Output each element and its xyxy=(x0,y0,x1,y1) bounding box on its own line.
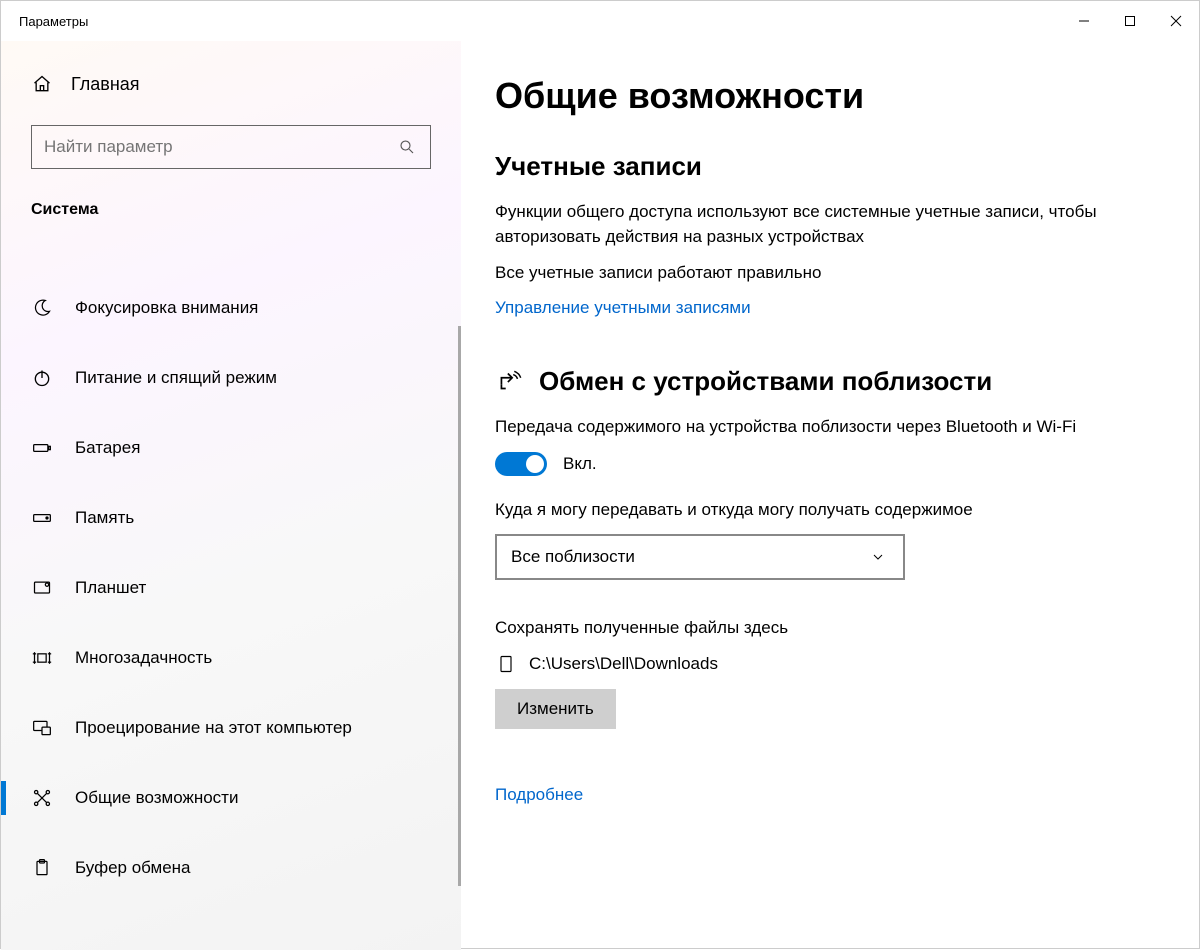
chevron-down-icon xyxy=(867,546,889,568)
sidebar-item-label: Батарея xyxy=(75,438,140,458)
page-title: Общие возможности xyxy=(495,75,1159,117)
minimize-button[interactable] xyxy=(1061,1,1107,41)
nearby-sharing-heading: Обмен с устройствами поблизости xyxy=(539,366,992,397)
search-input-wrap[interactable] xyxy=(31,125,431,169)
sidebar-item-storage[interactable]: Память xyxy=(1,483,461,553)
nearby-sharing-toggle[interactable] xyxy=(495,452,547,476)
change-location-button[interactable]: Изменить xyxy=(495,689,616,729)
home-label: Главная xyxy=(71,74,140,95)
save-location-path: C:\Users\Dell\Downloads xyxy=(529,654,718,674)
close-button[interactable] xyxy=(1153,1,1199,41)
share-scope-dropdown[interactable]: Все поблизости xyxy=(495,534,905,580)
share-node-icon xyxy=(31,787,53,809)
sidebar-item-label: Память xyxy=(75,508,134,528)
manage-accounts-link[interactable]: Управление учетными записями xyxy=(495,298,751,317)
sidebar-item-label: Многозадачность xyxy=(75,648,212,668)
sidebar-item-multitasking[interactable]: Многозадачность xyxy=(1,623,461,693)
save-location-row: C:\Users\Dell\Downloads xyxy=(495,653,1159,675)
home-icon xyxy=(31,73,53,95)
power-icon xyxy=(31,367,53,389)
sidebar-item-label: Планшет xyxy=(75,578,146,598)
sidebar-item-projecting[interactable]: Проецирование на этот компьютер xyxy=(1,693,461,763)
sidebar-item-label: Общие возможности xyxy=(75,788,238,808)
accounts-status: Все учетные записи работают правильно xyxy=(495,261,1135,286)
sidebar: Главная Система Фокусировка внимания Пит… xyxy=(1,41,461,950)
sidebar-item-label: Фокусировка внимания xyxy=(75,298,258,318)
accounts-heading: Учетные записи xyxy=(495,151,1159,182)
nearby-sharing-description: Передача содержимого на устройства побли… xyxy=(495,415,1135,440)
sidebar-item-label: Буфер обмена xyxy=(75,858,191,878)
sidebar-item-label: Питание и спящий режим xyxy=(75,368,277,388)
titlebar: Параметры xyxy=(1,1,1199,41)
sidebar-item-tablet[interactable]: Планшет xyxy=(1,553,461,623)
main-content: Общие возможности Учетные записи Функции… xyxy=(461,41,1199,950)
tablet-icon xyxy=(31,577,53,599)
maximize-button[interactable] xyxy=(1107,1,1153,41)
battery-icon xyxy=(31,437,53,459)
project-icon xyxy=(31,717,53,739)
sidebar-item-power-sleep[interactable]: Питание и спящий режим xyxy=(1,343,461,413)
search-input[interactable] xyxy=(44,137,396,157)
sidebar-category: Система xyxy=(1,187,461,229)
search-icon xyxy=(396,136,418,158)
sidebar-item-shared-experiences[interactable]: Общие возможности xyxy=(1,763,461,833)
sidebar-item-focus-assist[interactable]: Фокусировка внимания xyxy=(1,273,461,343)
nav-list: Фокусировка внимания Питание и спящий ре… xyxy=(1,273,461,903)
learn-more-link[interactable]: Подробнее xyxy=(495,785,583,804)
clipboard-icon xyxy=(31,857,53,879)
window-controls xyxy=(1061,1,1199,41)
nearby-share-icon xyxy=(495,366,525,396)
share-scope-value: Все поблизости xyxy=(511,547,635,567)
nearby-sharing-toggle-row: Вкл. xyxy=(495,452,1159,476)
sidebar-item-clipboard[interactable]: Буфер обмена xyxy=(1,833,461,903)
folder-icon xyxy=(495,653,517,675)
nearby-sharing-heading-row: Обмен с устройствами поблизости xyxy=(495,366,1159,397)
accounts-description: Функции общего доступа используют все си… xyxy=(495,200,1135,249)
nearby-sharing-toggle-state: Вкл. xyxy=(563,454,597,474)
save-location-label: Сохранять полученные файлы здесь xyxy=(495,616,1135,641)
sidebar-item-battery[interactable]: Батарея xyxy=(1,413,461,483)
multitask-icon xyxy=(31,647,53,669)
sidebar-scrollbar[interactable] xyxy=(458,326,461,886)
window-title: Параметры xyxy=(19,14,88,29)
storage-icon xyxy=(31,507,53,529)
share-scope-label: Куда я могу передавать и откуда могу пол… xyxy=(495,498,1135,523)
home-nav[interactable]: Главная xyxy=(1,61,461,107)
sidebar-item-label: Проецирование на этот компьютер xyxy=(75,718,352,738)
moon-icon xyxy=(31,297,53,319)
